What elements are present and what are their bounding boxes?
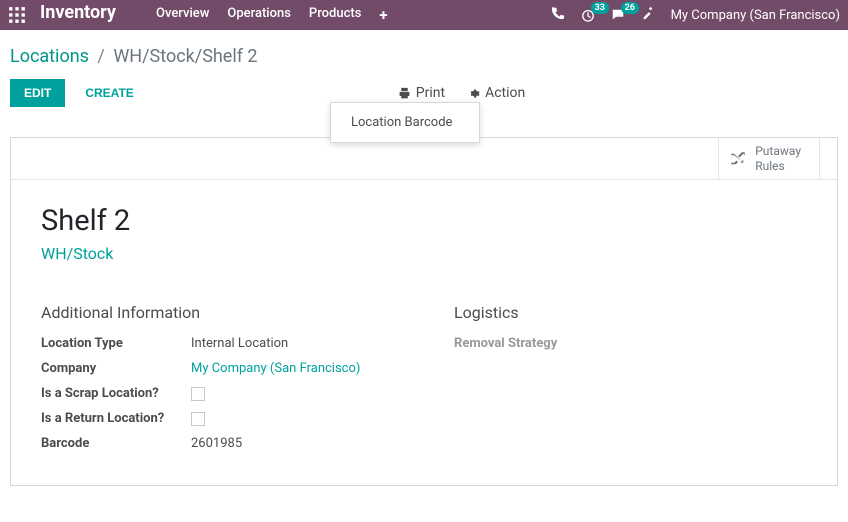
print-label: Print [416,85,445,101]
breadcrumb: Locations / WH/Stock/Shelf 2 [10,46,838,67]
chat-badge: 26 [621,2,639,14]
field-scrap: Is a Scrap Location? [41,386,394,401]
putaway-line1: Putaway [755,144,801,158]
field-company: Company My Company (San Francisco) [41,361,394,376]
tools-icon[interactable] [641,6,655,24]
section-additional-info: Additional Information [41,303,394,322]
menu-products[interactable]: Products [309,6,361,24]
label-barcode: Barcode [41,436,191,451]
label-company: Company [41,361,191,376]
app-name[interactable]: Inventory [40,2,116,23]
control-panel: Locations / WH/Stock/Shelf 2 EDIT CREATE… [0,30,848,107]
action-dropdown[interactable]: Action [467,85,525,101]
chat-icon[interactable]: 26 [611,8,625,22]
company-switcher[interactable]: My Company (San Francisco) [671,8,840,23]
menu-item-location-barcode[interactable]: Location Barcode [331,107,479,138]
toolbar-actions: Print Action [398,85,525,101]
label-return: Is a Return Location? [41,411,191,426]
field-barcode: Barcode 2601985 [41,436,394,451]
print-menu: Location Barcode [330,102,480,143]
parent-location-link[interactable]: WH/Stock [41,244,807,263]
menu-add[interactable]: + [379,6,387,24]
value-barcode: 2601985 [191,436,242,451]
action-label: Action [485,85,525,101]
col-right: Logistics Removal Strategy [454,303,807,461]
checkbox-return[interactable] [191,412,205,426]
menu-operations[interactable]: Operations [227,6,291,24]
form-sheet: Putaway Rules Shelf 2 WH/Stock Additiona… [10,137,838,486]
putaway-rules-button[interactable]: Putaway Rules [718,138,819,179]
button-box: Putaway Rules [11,138,837,180]
checkbox-scrap[interactable] [191,387,205,401]
apps-menu-icon[interactable] [8,6,26,24]
label-removal-strategy: Removal Strategy [454,336,557,351]
col-left: Additional Information Location Type Int… [41,303,394,461]
section-logistics: Logistics [454,303,807,322]
label-location-type: Location Type [41,336,191,351]
print-dropdown[interactable]: Print [398,85,445,101]
nav-right: 33 26 My Company (San Francisco) [551,6,840,24]
gear-icon [467,87,480,100]
phone-icon[interactable] [551,6,565,24]
breadcrumb-root[interactable]: Locations [10,46,89,67]
create-button[interactable]: CREATE [71,79,147,107]
field-removal-strategy: Removal Strategy [454,336,807,351]
sheet-body: Shelf 2 WH/Stock Additional Information … [11,180,837,485]
timer-badge: 33 [591,2,609,14]
shuffle-icon [729,150,747,168]
main-menu: Overview Operations Products + [156,6,388,24]
stat-btn-extra[interactable] [819,138,837,179]
record-title: Shelf 2 [41,204,807,238]
value-company[interactable]: My Company (San Francisco) [191,361,360,376]
form-columns: Additional Information Location Type Int… [41,303,807,461]
print-icon [398,87,411,100]
menu-overview[interactable]: Overview [156,6,209,24]
timer-icon[interactable]: 33 [581,8,595,22]
value-location-type: Internal Location [191,336,288,351]
field-location-type: Location Type Internal Location [41,336,394,351]
top-nav: Inventory Overview Operations Products +… [0,0,848,30]
breadcrumb-separator: / [97,46,104,67]
field-return: Is a Return Location? [41,411,394,426]
putaway-line2: Rules [755,159,801,173]
edit-button[interactable]: EDIT [10,79,65,107]
breadcrumb-current: WH/Stock/Shelf 2 [113,46,257,67]
label-scrap: Is a Scrap Location? [41,386,191,401]
